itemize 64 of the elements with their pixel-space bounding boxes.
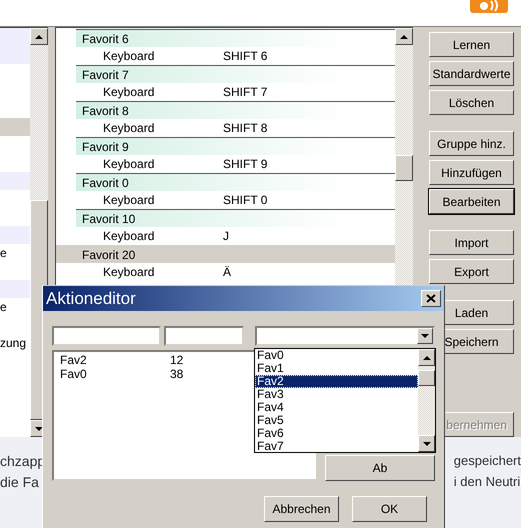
action-button[interactable]: Lernen xyxy=(429,32,514,57)
tree-group-row[interactable]: Favorit 20 xyxy=(56,245,395,263)
scroll-thumb[interactable] xyxy=(395,155,413,181)
action-button[interactable]: Hinzufügen xyxy=(429,160,514,185)
description-text: i den Neutri xyxy=(454,474,521,491)
tree-group-row[interactable]: Favorit 9 xyxy=(76,137,395,155)
key-cell: SHIFT 8 xyxy=(223,121,268,135)
dropdown-button[interactable] xyxy=(417,328,433,344)
combo-box[interactable] xyxy=(255,326,435,346)
scroll-up-button[interactable] xyxy=(30,28,48,45)
device-cell-text: Keyboard xyxy=(103,265,156,279)
device-cell-text: Keyboard xyxy=(103,157,156,171)
scroll-down-button[interactable] xyxy=(418,435,435,452)
key-cell: SHIFT 9 xyxy=(223,157,268,171)
action-button[interactable]: Löschen xyxy=(429,90,514,115)
list-item[interactable]: e xyxy=(0,298,30,316)
action-button[interactable]: Gruppe hinz. xyxy=(429,131,514,156)
action-button[interactable]: Export xyxy=(429,259,514,284)
device-cell-text: Keyboard xyxy=(103,229,156,243)
dropdown-option[interactable]: Fav2 xyxy=(255,375,418,388)
tree-group-row[interactable]: Favorit 7 xyxy=(76,65,395,83)
scroll-up-button[interactable] xyxy=(395,28,413,45)
input-field[interactable] xyxy=(164,326,244,346)
scrollbar[interactable] xyxy=(418,349,435,452)
list-cell-text: Fav2 xyxy=(60,353,88,367)
description-text: die Fa xyxy=(0,474,40,492)
list-item[interactable]: e xyxy=(0,244,30,262)
action-button[interactable]: Import xyxy=(429,230,514,255)
action-button[interactable]: Standardwerte xyxy=(429,61,514,86)
key-cell: SHIFT 7 xyxy=(223,85,268,99)
tree-group-row[interactable]: Favorit 8 xyxy=(76,101,395,119)
scroll-thumb[interactable] xyxy=(418,370,435,386)
dialog-button[interactable]: OK xyxy=(352,496,427,522)
list-cell: 12 xyxy=(170,353,184,367)
input-field[interactable] xyxy=(52,326,161,346)
group-name: Favorit 6 xyxy=(81,32,129,46)
group-name: Favorit 7 xyxy=(81,68,129,82)
scroll-up-button[interactable] xyxy=(418,349,435,366)
group-name: Favorit 9 xyxy=(81,140,129,154)
device-cell-text: Keyboard xyxy=(103,121,156,135)
description-text: gespeichert xyxy=(454,453,521,470)
group-name: Favorit 10 xyxy=(81,212,136,226)
key-cell: SHIFT 6 xyxy=(223,49,268,63)
group-name: Favorit 20 xyxy=(81,248,136,262)
group-name: Favorit 0 xyxy=(81,176,129,190)
tree-group-row[interactable]: Favorit 6 xyxy=(76,29,395,47)
apply-button[interactable]: Ab xyxy=(325,455,435,481)
device-cell-text: Keyboard xyxy=(103,49,156,63)
group-name: Favorit 8 xyxy=(81,104,129,118)
list-cell-text: Fav0 xyxy=(60,367,88,381)
window-title: Aktioneditor xyxy=(46,288,136,308)
close-icon xyxy=(426,294,436,303)
key-cell: J xyxy=(223,229,229,243)
list-cell: 38 xyxy=(170,367,184,381)
list-item[interactable]: zung xyxy=(0,334,30,352)
dialog-button[interactable]: Abbrechen xyxy=(264,496,339,522)
action-button[interactable]: Bearbeiten xyxy=(429,189,514,214)
close-button[interactable] xyxy=(421,290,441,307)
device-cell-text: Keyboard xyxy=(103,85,156,99)
tree-group-row[interactable]: Favorit 0 xyxy=(76,173,395,191)
tree-group-row[interactable]: Favorit 10 xyxy=(76,209,395,227)
device-cell-text: Keyboard xyxy=(103,193,156,207)
key-cell: Ä xyxy=(223,265,232,279)
key-cell: SHIFT 0 xyxy=(223,193,268,207)
